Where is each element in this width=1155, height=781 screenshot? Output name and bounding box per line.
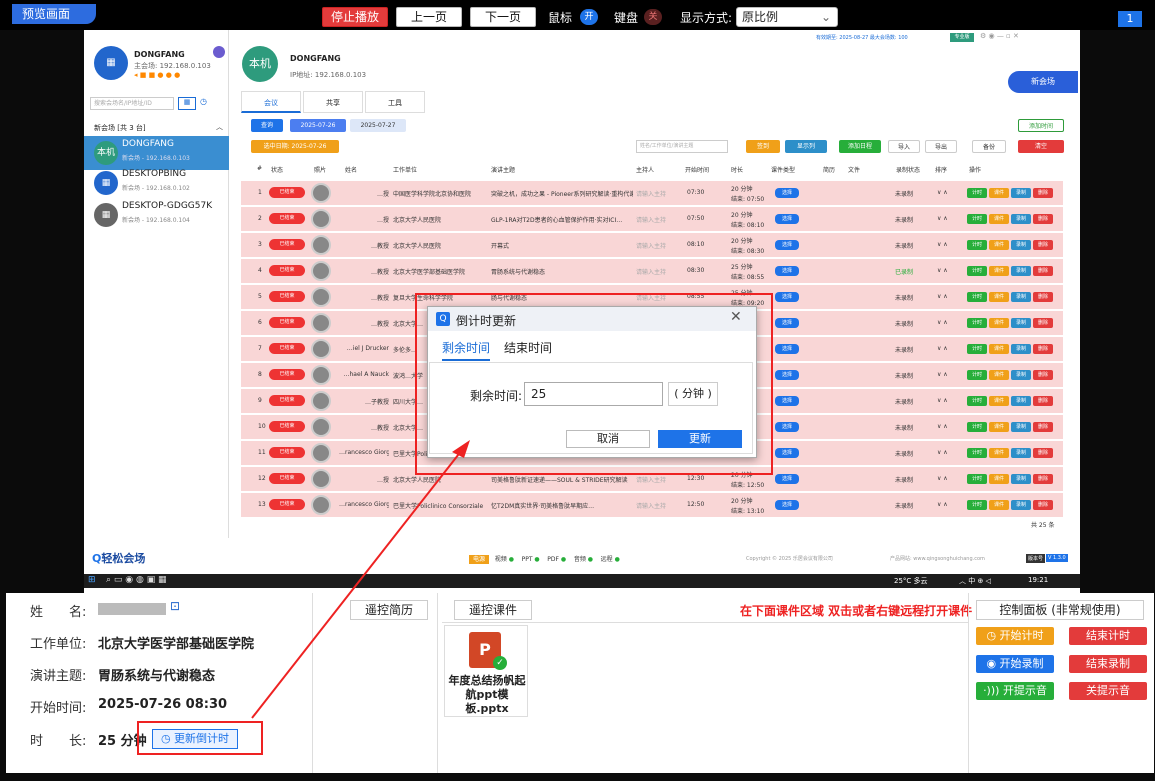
annotation-arrow bbox=[251, 440, 470, 719]
